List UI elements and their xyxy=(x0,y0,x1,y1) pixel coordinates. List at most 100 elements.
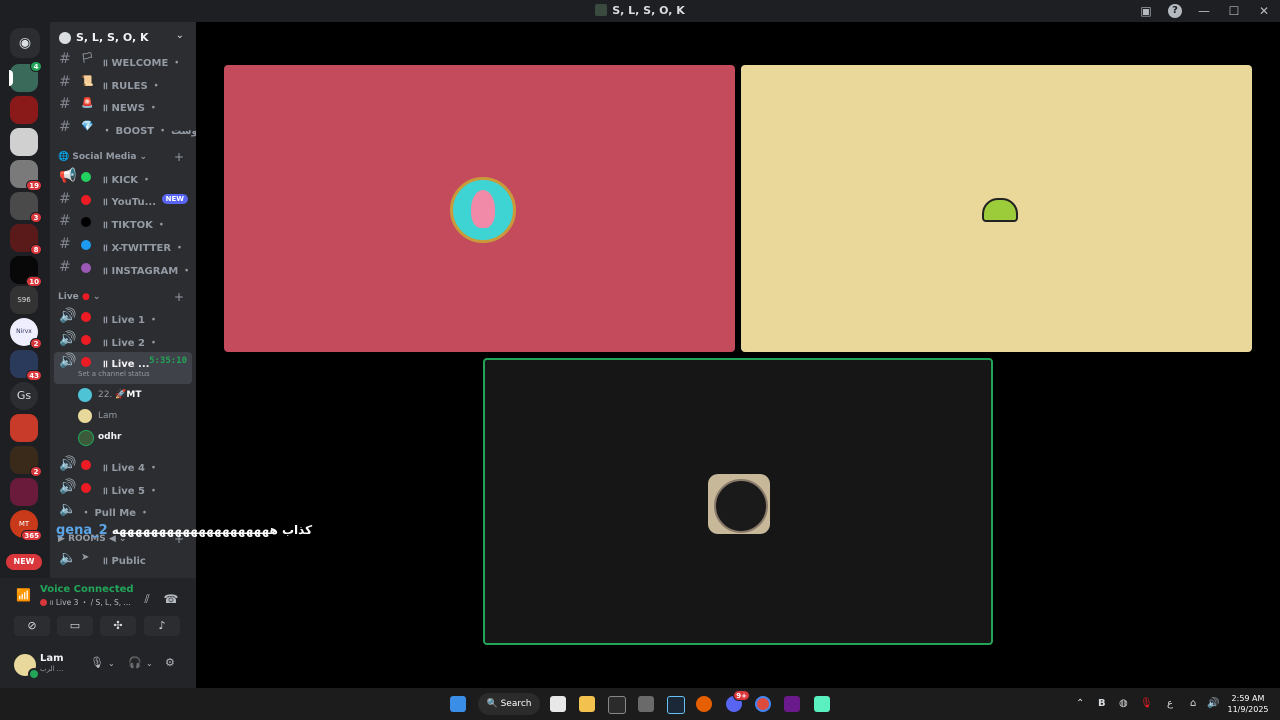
channel-tiktok[interactable]: # ॥ TIKTOK ・ xyxy=(54,212,192,232)
channel-news[interactable]: # 🚨 ॥ NEWS ・ xyxy=(54,95,192,115)
server-icon[interactable]: 19 xyxy=(10,160,42,191)
channel-public[interactable]: 🔈 ➤ ॥ Public xyxy=(54,549,192,569)
server-icon[interactable]: 10 xyxy=(10,256,42,287)
inbox-icon[interactable]: ▣ xyxy=(1138,3,1154,19)
volume-icon[interactable]: 🔊 xyxy=(1207,698,1219,709)
channel-live-2[interactable]: 🔊 ॥ Live 2 ・ xyxy=(54,330,192,350)
channel-live-4[interactable]: 🔊 ॥ Live 4 ・ xyxy=(54,455,192,475)
minimize-button[interactable]: — xyxy=(1196,3,1212,19)
participant-avatar xyxy=(714,479,768,533)
firefox-icon[interactable] xyxy=(696,696,712,712)
windows-start-icon[interactable] xyxy=(450,696,466,712)
channel-twitter[interactable]: # ॥ X-TWITTER ・ xyxy=(54,235,192,255)
channel-rules[interactable]: # 📜 ॥ RULES ・ xyxy=(54,73,192,93)
noise-suppression-icon[interactable]: ⫽ xyxy=(138,590,156,608)
video-tile-odhr[interactable] xyxy=(483,358,993,645)
video-tile-lam[interactable] xyxy=(741,65,1252,352)
settings-gear-icon[interactable]: ⚙ xyxy=(165,656,175,669)
channel-live-3[interactable]: 🔊 ॥ Live ... 5:35:10 Set a channel status xyxy=(54,352,192,384)
channel-status[interactable]: Set a channel status xyxy=(78,370,150,378)
epic-games-icon[interactable] xyxy=(608,696,626,714)
steam-icon[interactable] xyxy=(667,696,685,714)
b-app-icon[interactable]: B xyxy=(1098,698,1106,709)
server-badge: 8 xyxy=(30,244,42,255)
chat-overlay-message: gena_2 كذاب ههههههههههههههههههههه xyxy=(56,519,312,538)
taskbar-search[interactable]: 🔍 Search xyxy=(478,693,540,715)
server-icon[interactable]: 3 xyxy=(10,192,42,223)
store-icon[interactable] xyxy=(550,696,566,712)
red-dot-icon xyxy=(81,483,91,493)
server-icon[interactable] xyxy=(10,414,38,442)
megaphone-icon: 📢 xyxy=(59,168,77,184)
server-icon[interactable] xyxy=(10,96,38,124)
channel-boost[interactable]: #💎・ BOOST ・ بوست xyxy=(54,118,196,138)
server-icon[interactable]: 2 xyxy=(10,446,42,477)
channel-welcome[interactable]: # 🏳 ॥ WELCOME ・ xyxy=(54,50,192,70)
server-icon[interactable] xyxy=(10,128,38,156)
server-icon[interactable] xyxy=(10,478,38,506)
app-icon[interactable] xyxy=(814,696,830,712)
speaker-icon: 🔊 xyxy=(59,308,77,324)
chevron-down-icon[interactable]: ⌄ xyxy=(176,30,184,41)
red-dot-icon xyxy=(81,312,91,322)
server-icon-mt[interactable]: MT 365 xyxy=(10,510,42,541)
soundboard-button[interactable]: ♪ xyxy=(144,616,180,636)
server-icon-s96[interactable]: S96 xyxy=(10,286,38,314)
server-badge: 19 xyxy=(26,180,42,191)
microphone-icon[interactable]: 🎙 xyxy=(1140,698,1153,709)
new-servers-badge[interactable]: NEW xyxy=(6,554,42,570)
app-icon[interactable] xyxy=(638,696,654,712)
screen-share-button[interactable]: ▭ xyxy=(57,616,93,636)
channel-youtube[interactable]: # ॥ YouTu... NEW xyxy=(54,190,192,210)
youtube-icon xyxy=(81,195,91,205)
add-channel-icon[interactable]: + xyxy=(174,290,184,304)
chevron-down-icon[interactable]: ⌄ xyxy=(108,659,115,668)
chevron-up-icon[interactable]: ⌃ xyxy=(1076,698,1084,709)
globe-icon: 🌐 xyxy=(58,152,70,162)
camera-off-button[interactable]: ⊘ xyxy=(14,616,50,636)
channel-live-1[interactable]: 🔊 ॥ Live 1 ・ xyxy=(54,307,192,327)
category-live[interactable]: Live ● ⌄ + xyxy=(58,290,184,304)
alert-icon: 🚨 xyxy=(81,98,94,109)
network-icon[interactable]: ⌂ xyxy=(1190,698,1196,709)
hash-icon: # xyxy=(59,191,71,207)
channel-live-5[interactable]: 🔊 ॥ Live 5 ・ xyxy=(54,478,192,498)
add-channel-icon[interactable]: + xyxy=(174,150,184,164)
channel-kick[interactable]: 📢 ॥ KICK ・ xyxy=(54,167,192,187)
activities-button[interactable]: ✣ xyxy=(100,616,136,636)
chevron-down-icon[interactable]: ⌄ xyxy=(146,659,153,668)
server-icon-nirvx[interactable]: Nirvx 2 xyxy=(10,318,42,349)
voice-location[interactable]: ॥ Live 3 ・ / S, L, S, ... xyxy=(40,597,131,608)
twitter-icon xyxy=(81,240,91,250)
user-status: الرب ... xyxy=(40,665,64,673)
server-icon[interactable]: 8 xyxy=(10,224,42,255)
avatar-frame xyxy=(708,474,770,534)
scroll-icon: 📜 xyxy=(81,76,94,87)
channel-pull-me[interactable]: 🔈 ・ Pull Me ・ xyxy=(54,500,192,520)
disconnect-icon[interactable]: ☎ xyxy=(162,590,180,608)
nexus-icon[interactable] xyxy=(784,696,800,712)
file-explorer-icon[interactable] xyxy=(579,696,595,712)
chrome-icon[interactable] xyxy=(755,696,771,712)
microphone-icon[interactable]: 🎙 xyxy=(90,656,104,669)
server-icon[interactable]: 43 xyxy=(10,350,42,381)
category-social-media[interactable]: 🌐 Social Media ⌄ + xyxy=(58,150,184,164)
maximize-button[interactable]: ☐ xyxy=(1226,3,1242,19)
discord-icon[interactable]: 9+ xyxy=(726,690,750,712)
signal-icon[interactable]: 📶 xyxy=(16,588,31,602)
instagram-icon xyxy=(81,263,91,273)
system-clock[interactable]: 2:59 AM 11/9/2025 xyxy=(1226,693,1270,715)
video-tile-patrick[interactable] xyxy=(224,65,735,352)
channel-instagram[interactable]: # ॥ INSTAGRAM ・ xyxy=(54,258,192,278)
voice-status[interactable]: Voice Connected xyxy=(40,584,134,595)
selected-indicator xyxy=(9,70,13,86)
server-icon-current[interactable]: 4 xyxy=(9,61,42,92)
close-button[interactable]: ✕ xyxy=(1256,3,1272,19)
help-icon[interactable]: ? xyxy=(1168,4,1182,18)
language-indicator[interactable]: ع xyxy=(1167,698,1173,709)
headphones-icon[interactable]: 🎧 xyxy=(128,656,142,669)
user-name[interactable]: Lam xyxy=(40,653,64,664)
discord-home-icon[interactable]: ◉ xyxy=(10,28,40,58)
globe-icon[interactable]: ◍ xyxy=(1119,698,1128,709)
server-icon-gs[interactable]: Gs xyxy=(10,382,38,410)
